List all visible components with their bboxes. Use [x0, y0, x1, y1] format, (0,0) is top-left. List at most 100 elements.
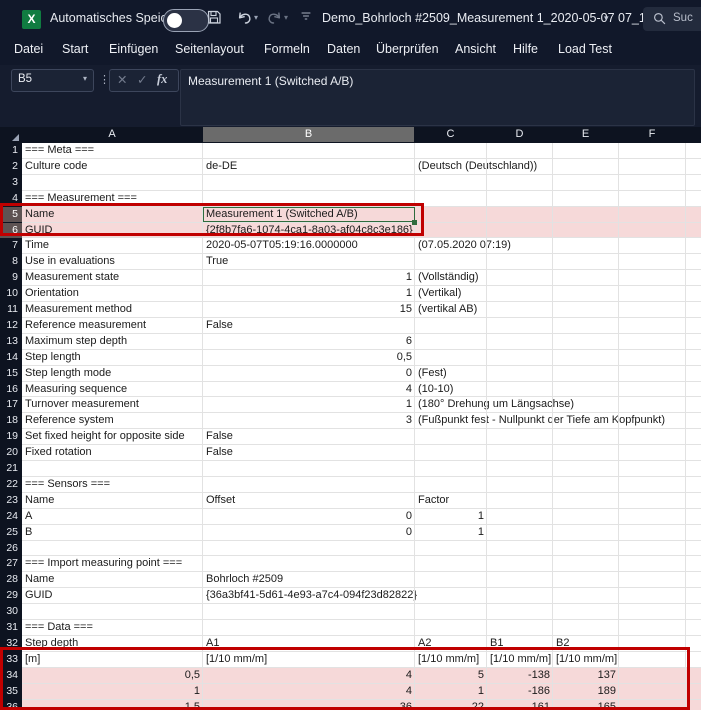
cell-B32[interactable]: A1 — [203, 636, 415, 651]
cell-A16[interactable]: Measuring sequence — [22, 382, 203, 397]
undo-icon[interactable] — [234, 9, 254, 32]
cell-B36[interactable]: 36 — [203, 700, 415, 710]
cell-B35[interactable]: 4 — [203, 684, 415, 699]
cell-B20[interactable]: False — [203, 445, 686, 460]
cell-C7[interactable]: (07.05.2020 07:19) — [415, 238, 686, 253]
column-header-a[interactable]: A — [22, 127, 202, 142]
cell-D34[interactable]: -138 — [487, 668, 553, 683]
table-row[interactable]: === Import measuring point === — [22, 556, 701, 571]
insert-function-icon[interactable]: fx — [157, 72, 167, 87]
row-header-3[interactable]: 3 — [0, 175, 22, 190]
cell-A1[interactable]: === Meta === — [22, 143, 686, 158]
cell-E35[interactable]: 189 — [553, 684, 619, 699]
cell-E33[interactable]: [1/10 mm/m] — [553, 652, 686, 667]
cell-B14[interactable]: 0,5 — [203, 350, 415, 365]
row-header-22[interactable]: 22 — [0, 477, 22, 492]
name-box-chevron-down-icon[interactable]: ▾ — [83, 74, 87, 83]
cell-B17[interactable]: 1 — [203, 397, 415, 412]
cell-C25[interactable]: 1 — [415, 525, 487, 540]
cell-D35[interactable]: -186 — [487, 684, 553, 699]
redo-icon[interactable] — [264, 9, 284, 32]
cell-A28[interactable]: Name — [22, 572, 203, 587]
table-row[interactable]: Step length 0,5 — [22, 350, 701, 365]
tab-formeln[interactable]: Formeln — [264, 42, 310, 56]
cell-D33[interactable]: [1/10 mm/m] — [487, 652, 553, 667]
row-header-7[interactable]: 7 — [0, 238, 22, 253]
row-header-4[interactable]: 4 — [0, 191, 22, 206]
cell-C36[interactable]: 22 — [415, 700, 487, 710]
name-box[interactable]: B5 ▾ — [11, 69, 94, 92]
cell-A25[interactable]: B — [22, 525, 203, 540]
row-header-12[interactable]: 12 — [0, 318, 22, 333]
table-row[interactable]: 1,5 36 22 161 165 — [22, 699, 701, 710]
table-row[interactable]: Turnover measurement 1 (180° Drehung um Lä… — [22, 397, 701, 412]
select-all-corner[interactable] — [0, 127, 22, 143]
row-header-6[interactable]: 6 — [0, 222, 22, 238]
row-header-23[interactable]: 23 — [0, 493, 22, 508]
table-row[interactable]: A01 — [22, 509, 701, 524]
table-row[interactable]: Step length mode 0 (Fest) — [22, 366, 701, 381]
table-row[interactable]: === Sensors === — [22, 477, 701, 492]
cell-A32[interactable]: Step depth — [22, 636, 203, 651]
table-row[interactable]: Fixed rotation False — [22, 445, 701, 460]
row-header-19[interactable]: 19 — [0, 429, 22, 444]
table-row[interactable]: === Meta === — [22, 143, 701, 158]
cell-D32[interactable]: B1 — [487, 636, 553, 651]
undo-chevron-down-icon[interactable]: ▾ — [254, 13, 258, 22]
cell-A34[interactable]: 0,5 — [22, 668, 203, 683]
table-row[interactable]: 1 4 1 -186 189 — [22, 683, 701, 699]
cell-B6[interactable]: {2f8b7fa6-1074-4ca1-8a03-af04c8c3e186} — [203, 223, 686, 238]
tab-einfuegen[interactable]: Einfügen — [109, 42, 158, 56]
table-row[interactable]: === Data === — [22, 620, 701, 635]
cell-E36[interactable]: 165 — [553, 700, 619, 710]
table-row[interactable]: Measurement method 15 (vertikal AB) — [22, 302, 701, 317]
cell-B18[interactable]: 3 — [203, 413, 415, 428]
tab-start[interactable]: Start — [62, 42, 88, 56]
table-row[interactable]: Orientation 1 (Vertikal) — [22, 286, 701, 301]
tab-hilfe[interactable]: Hilfe — [513, 42, 538, 56]
cell-B5[interactable]: Measurement 1 (Switched A/B) — [203, 207, 686, 222]
customize-quick-access-icon[interactable] — [296, 9, 316, 29]
table-row[interactable]: Culture code de-DE (Deutsch (Deutschland)) — [22, 159, 701, 174]
cell-E32[interactable]: B2 — [553, 636, 686, 651]
table-row[interactable] — [22, 461, 701, 476]
cell-A24[interactable]: A — [22, 509, 203, 524]
table-row[interactable]: Maximum step depth 6 — [22, 334, 701, 349]
cell-A9[interactable]: Measurement state — [22, 270, 203, 285]
cell-A2[interactable]: Culture code — [22, 159, 203, 174]
row-header-8[interactable]: 8 — [0, 254, 22, 269]
cell-A36[interactable]: 1,5 — [22, 700, 203, 710]
row-header-1[interactable]: 1 — [0, 143, 22, 158]
row-header-27[interactable]: 27 — [0, 556, 22, 571]
column-header-end[interactable] — [686, 127, 700, 142]
cancel-icon[interactable]: ✕ — [117, 72, 127, 87]
column-header-f[interactable]: F — [619, 127, 685, 142]
tab-ansicht[interactable]: Ansicht — [455, 42, 496, 56]
cell-C11[interactable]: (vertikal AB) — [415, 302, 686, 317]
cell-A33[interactable]: [m] — [22, 652, 203, 667]
cell-A8[interactable]: Use in evaluations — [22, 254, 203, 269]
row-header-31[interactable]: 31 — [0, 620, 22, 635]
table-row[interactable]: Use in evaluations True — [22, 254, 701, 269]
tab-daten[interactable]: Daten — [327, 42, 360, 56]
row-header-34[interactable]: 34 — [0, 668, 22, 683]
row-header-5[interactable]: 5 — [0, 206, 22, 222]
cell-area[interactable]: === Meta === Culture code de-DE (Deutsch (D… — [22, 143, 701, 710]
cell-C15[interactable]: (Fest) — [415, 366, 686, 381]
cell-A12[interactable]: Reference measurement — [22, 318, 203, 333]
row-header-24[interactable]: 24 — [0, 509, 22, 524]
column-header-b[interactable]: B — [203, 127, 414, 142]
cell-C16[interactable]: (10-10) — [415, 382, 686, 397]
row-header-13[interactable]: 13 — [0, 334, 22, 349]
document-title-chevron-down-icon[interactable]: ▾ — [604, 13, 609, 24]
table-row[interactable]: Set fixed height for opposite side False — [22, 429, 701, 444]
cell-B29[interactable]: {36a3bf41-5d61-4e93-a7c4-094f23d82822} — [203, 588, 686, 603]
table-row[interactable]: Name Bohrloch #2509 — [22, 572, 701, 587]
cell-C10[interactable]: (Vertikal) — [415, 286, 686, 301]
table-row[interactable]: [m] [1/10 mm/m] [1/10 mm/m] [1/10 mm/m] [1/1… — [22, 652, 701, 667]
cell-B2[interactable]: de-DE — [203, 159, 415, 174]
cell-C17[interactable]: (180° Drehung um Längsachse) — [415, 397, 686, 412]
table-row[interactable]: === Measurement === — [22, 191, 701, 206]
cell-B11[interactable]: 15 — [203, 302, 415, 317]
table-row[interactable]: Time 2020-05-07T05:19:16.0000000 (07.05.20… — [22, 238, 701, 253]
